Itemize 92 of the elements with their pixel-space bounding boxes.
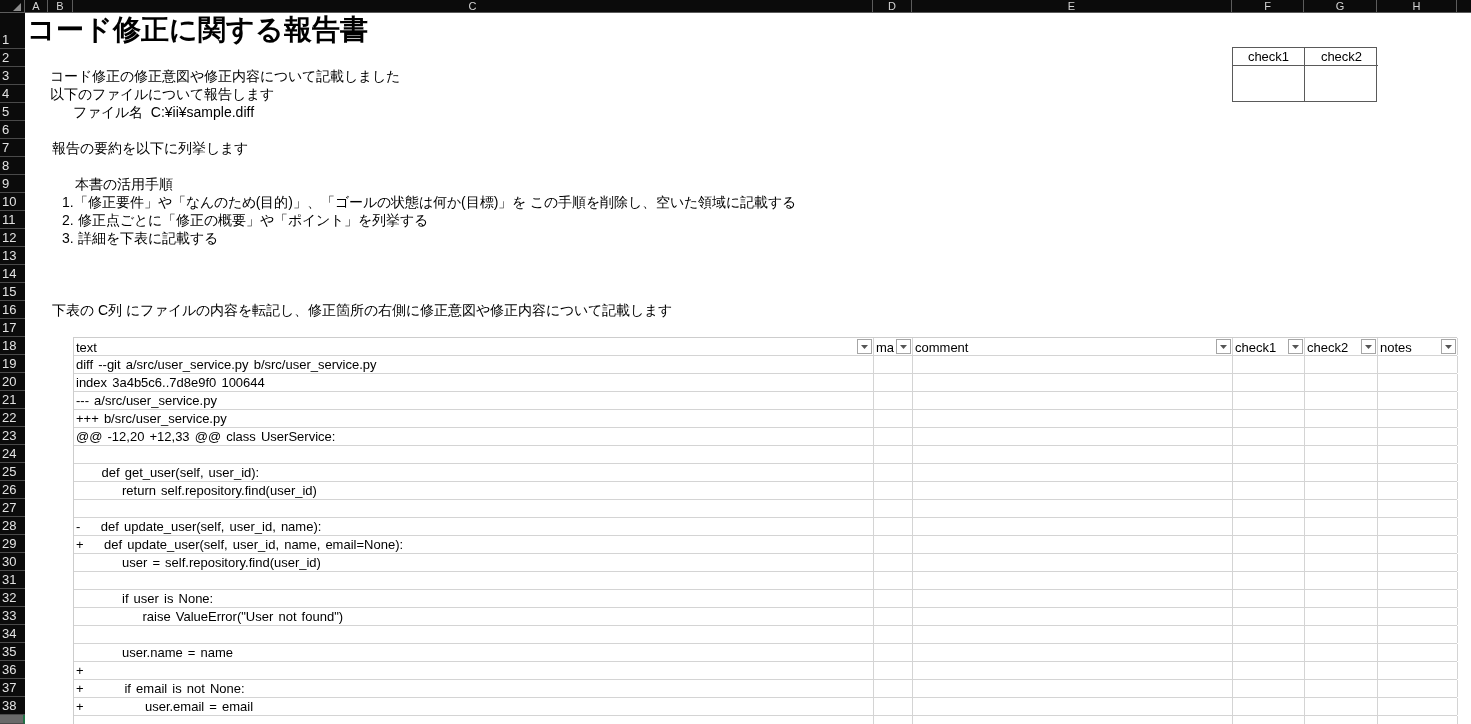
report-title: コード修正に関する報告書 xyxy=(26,14,368,47)
approval-header: check2 xyxy=(1305,48,1378,66)
row-header[interactable]: 5 xyxy=(0,103,25,121)
row-header[interactable]: 1 xyxy=(0,13,25,49)
table-cell: @@ -12,20 +12,33 @@ class UserService: xyxy=(74,428,874,445)
row-header[interactable]: 9 xyxy=(0,175,25,193)
row-header[interactable]: 30 xyxy=(0,553,25,571)
guide-step: 2. 修正点ごとに「修正の概要」や「ポイント」を列挙する xyxy=(48,211,428,229)
intro-text: 以下のファイルについて報告します xyxy=(49,85,274,103)
table-cell: index 3a4b5c6..7d8e9f0 100644 xyxy=(74,374,874,391)
table-cell: + user.email = email xyxy=(74,698,874,715)
filter-button[interactable] xyxy=(857,339,872,354)
row-header[interactable]: 35 xyxy=(0,643,25,661)
table-cell: user.name = name xyxy=(74,644,874,661)
row-header[interactable]: 2 xyxy=(0,49,25,67)
row-header[interactable]: 6 xyxy=(0,121,25,139)
table-cell: +++ b/src/user_service.py xyxy=(74,410,874,427)
row-header[interactable]: 29 xyxy=(0,535,25,553)
column-header[interactable]: E xyxy=(912,0,1232,12)
intro-text: コード修正の修正意図や修正内容について記載しました xyxy=(49,67,400,85)
row-header[interactable]: 10 xyxy=(0,193,25,211)
column-header: ma xyxy=(876,338,895,356)
column-header[interactable]: F xyxy=(1232,0,1304,12)
caret-down-icon xyxy=(1365,344,1372,349)
row-header[interactable]: 37 xyxy=(0,679,25,697)
row-header[interactable]: 36 xyxy=(0,661,25,679)
row-header[interactable]: 24 xyxy=(0,445,25,463)
row-header[interactable]: 25 xyxy=(0,463,25,481)
filter-button[interactable] xyxy=(896,339,911,354)
guide-step: 3. 詳細を下表に記載する xyxy=(48,229,218,247)
guide-heading: 本書の活用手順 xyxy=(74,175,173,193)
table-cell: if user is None: xyxy=(74,590,874,607)
row-header[interactable]: 17 xyxy=(0,319,25,337)
summary-text: 報告の要約を以下に列挙します xyxy=(51,139,248,157)
row-header[interactable]: 18 xyxy=(0,337,25,355)
table-cell: def get_user(self, user_id): xyxy=(74,464,874,481)
row-header[interactable]: 22 xyxy=(0,409,25,427)
table-cell: + xyxy=(74,662,874,679)
row-header[interactable]: 34 xyxy=(0,625,25,643)
column-header[interactable]: C xyxy=(73,0,873,12)
row-header[interactable]: 31 xyxy=(0,571,25,589)
row-header[interactable]: 27 xyxy=(0,499,25,517)
table-cell: - def update_user(self, user_id, name): xyxy=(74,518,874,535)
row-header[interactable]: 28 xyxy=(0,517,25,535)
filter-button[interactable] xyxy=(1288,339,1303,354)
filter-button[interactable] xyxy=(1361,339,1376,354)
caret-down-icon xyxy=(1292,344,1299,349)
table-cell: + if email is not None: xyxy=(74,680,874,697)
filter-button[interactable] xyxy=(1216,339,1231,354)
table-cell: + def update_user(self, user_id, name, email=None): xyxy=(74,536,874,553)
caret-down-icon xyxy=(861,344,868,349)
approval-header: check1 xyxy=(1233,48,1305,66)
row-header[interactable]: 12 xyxy=(0,229,25,247)
row-header[interactable]: 11 xyxy=(0,211,25,229)
column-header[interactable]: B xyxy=(48,0,73,12)
table-cell: --- a/src/user_service.py xyxy=(74,392,874,409)
column-header[interactable]: G xyxy=(1304,0,1377,12)
column-header[interactable]: A xyxy=(25,0,48,12)
table-note: 下表の C列 にファイルの内容を転記し、修正箇所の右側に修正意図や修正内容について記載します xyxy=(51,301,672,319)
row-header[interactable]: 32 xyxy=(0,589,25,607)
caret-down-icon xyxy=(900,344,907,349)
table-cell: diff --git a/src/user_service.py b/src/user_service.py xyxy=(74,356,874,373)
row-header[interactable]: 23 xyxy=(0,427,25,445)
column-header: check1 xyxy=(1235,338,1277,356)
row-header[interactable]: 8 xyxy=(0,157,25,175)
row-header[interactable]: 15 xyxy=(0,283,25,301)
column-header: comment xyxy=(915,338,969,356)
table-cell: return self.repository.find(user_id) xyxy=(74,482,874,499)
row-header[interactable]: 7 xyxy=(0,139,25,157)
table-cell: raise ValueError("User not found") xyxy=(74,608,874,625)
caret-down-icon xyxy=(1445,344,1452,349)
caret-down-icon xyxy=(1220,344,1227,349)
filter-button[interactable] xyxy=(1441,339,1456,354)
row-header[interactable]: 21 xyxy=(0,391,25,409)
column-header: check2 xyxy=(1307,338,1349,356)
row-header[interactable]: 13 xyxy=(0,247,25,265)
row-header[interactable]: 33 xyxy=(0,607,25,625)
row-header[interactable]: 19 xyxy=(0,355,25,373)
select-all-icon[interactable] xyxy=(13,3,21,11)
table-cell: user = self.repository.find(user_id) xyxy=(74,554,874,571)
guide-step: 1.「修正要件」や「なんのため(目的)」、「ゴールの状態は何か(目標)」を この手順を削除し、空いた領域に記載する xyxy=(48,193,797,211)
column-header[interactable]: H xyxy=(1377,0,1457,12)
column-header: notes xyxy=(1380,338,1412,356)
row-header[interactable]: 26 xyxy=(0,481,25,499)
column-header[interactable]: D xyxy=(873,0,912,12)
row-header[interactable]: 20 xyxy=(0,373,25,391)
column-header: text xyxy=(76,338,97,356)
file-name-text: ファイル名 C:¥ii¥sample.diff xyxy=(73,103,254,121)
row-header[interactable]: 14 xyxy=(0,265,25,283)
row-header[interactable]: 4 xyxy=(0,85,25,103)
row-header[interactable]: 3 xyxy=(0,67,25,85)
row-header[interactable]: 16 xyxy=(0,301,25,319)
